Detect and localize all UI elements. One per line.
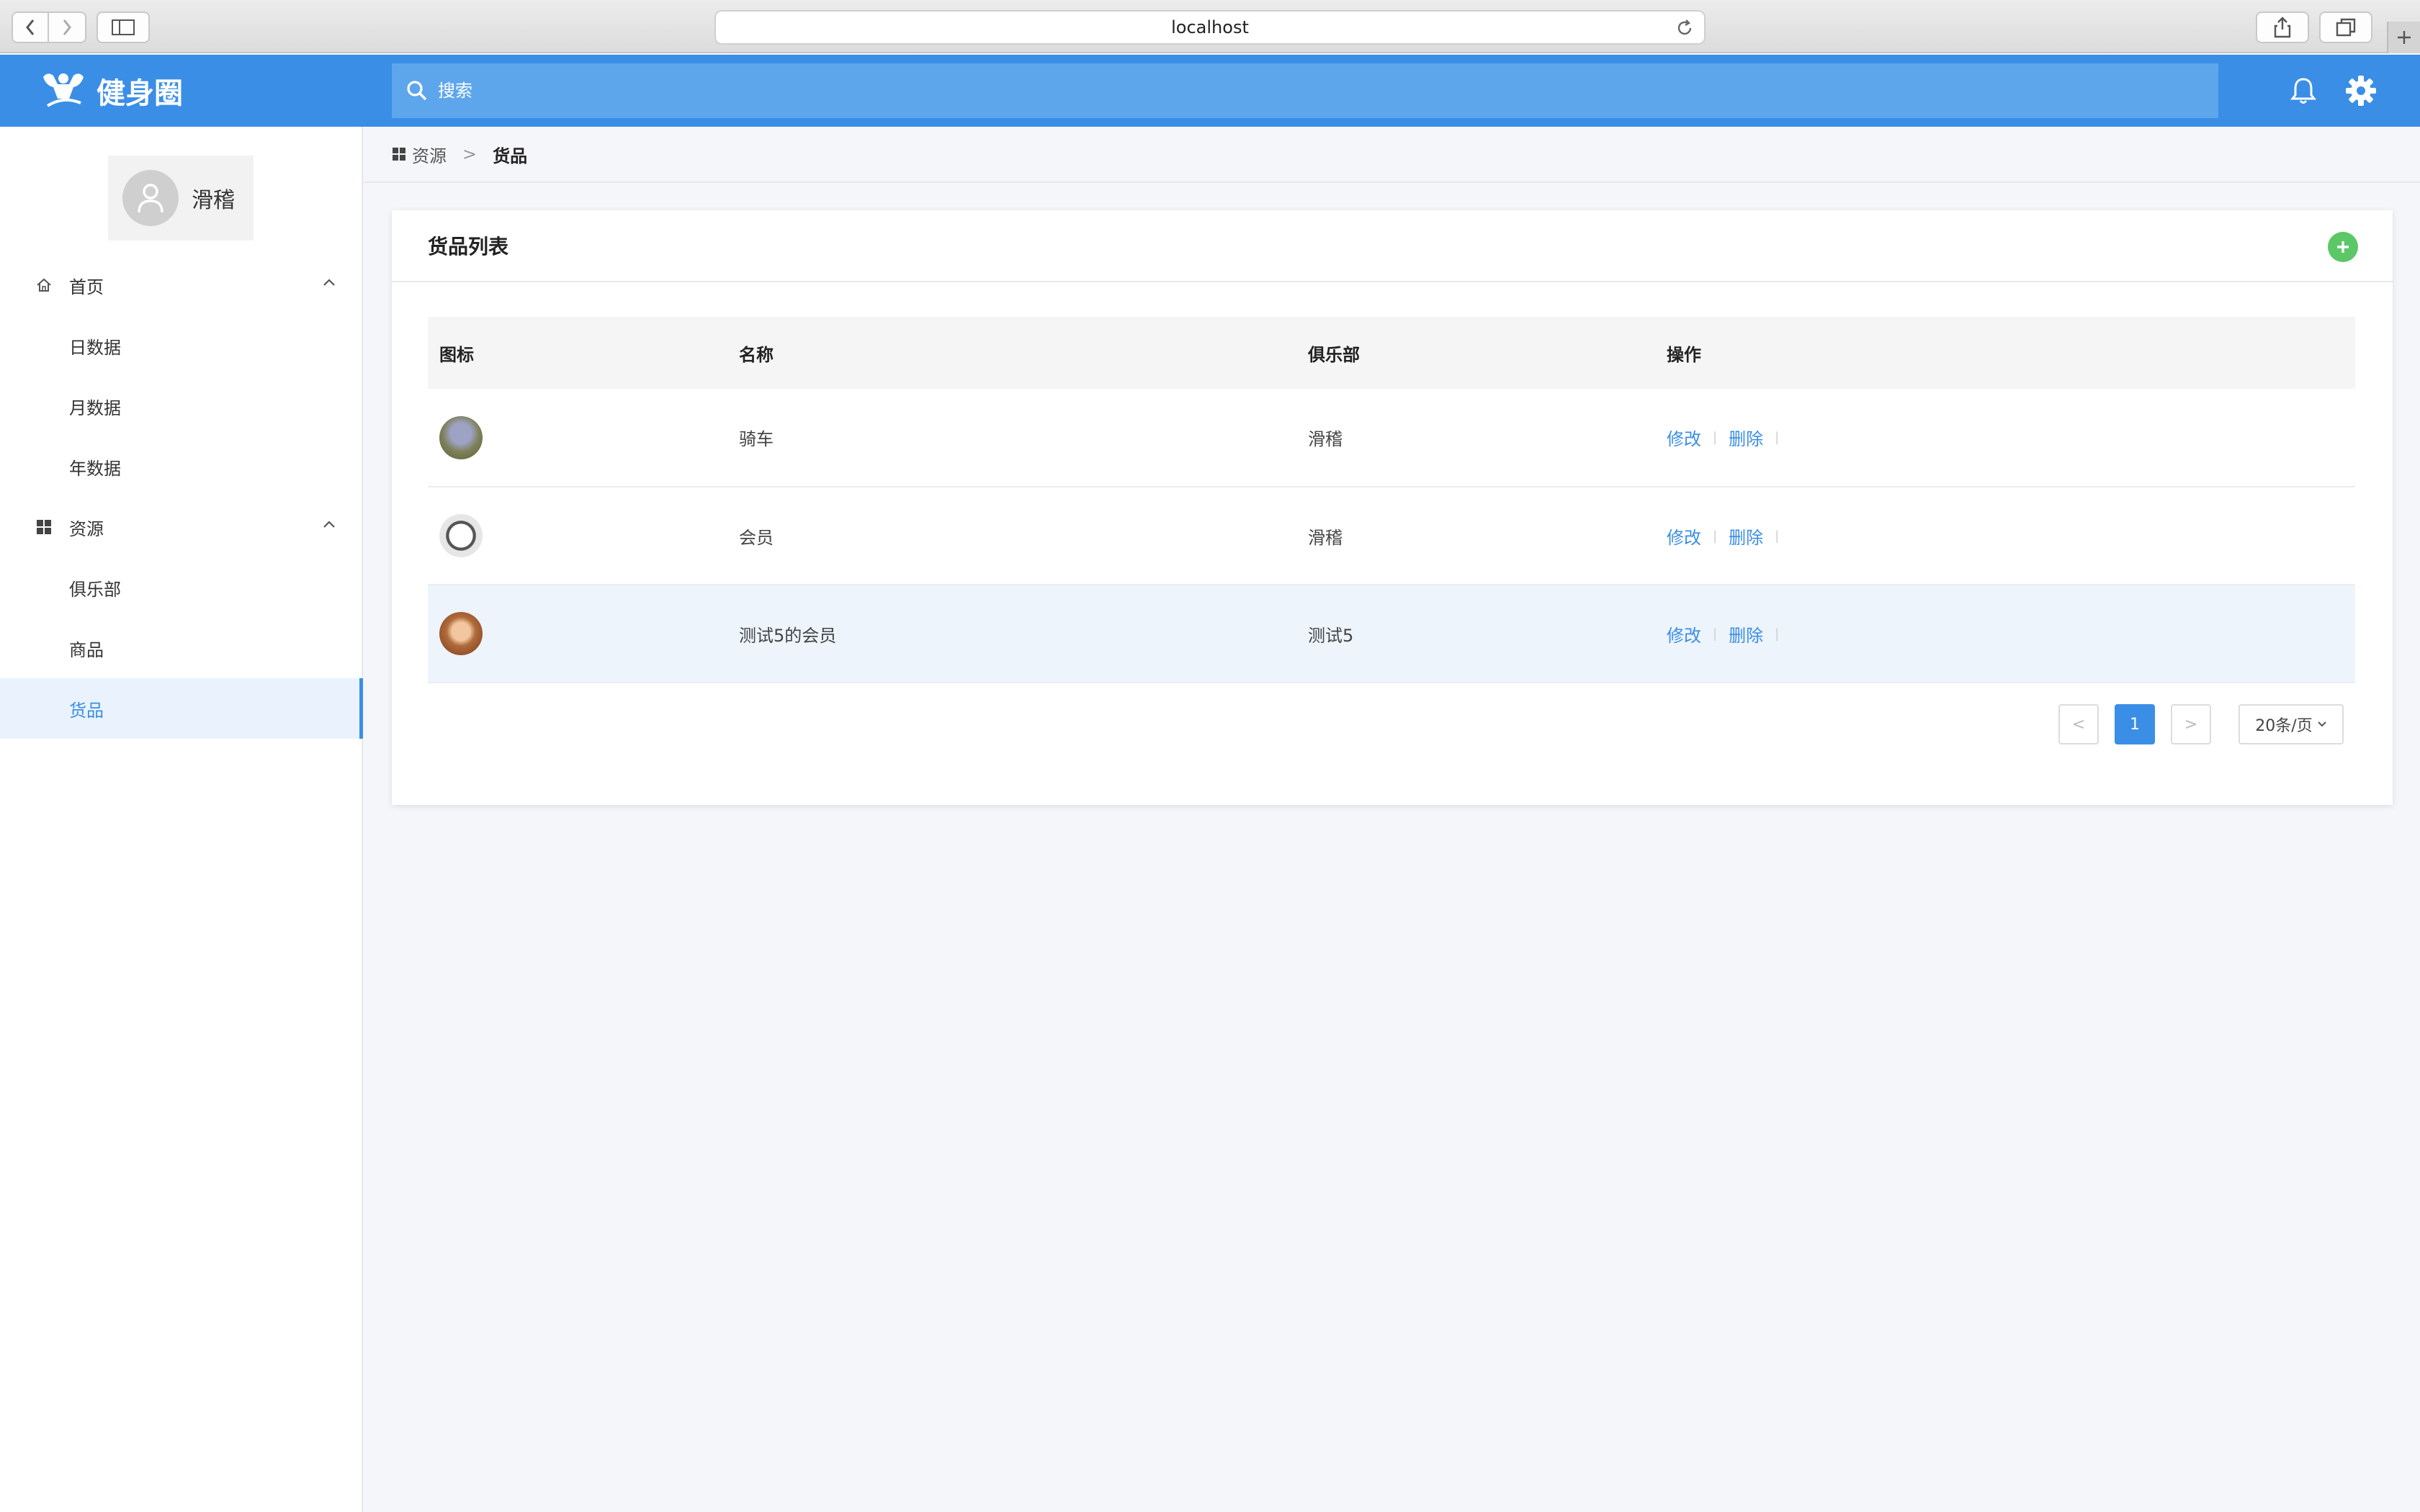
- url-text: localhost: [1171, 17, 1249, 37]
- user-card[interactable]: 滑稽: [108, 156, 254, 240]
- menu-group-home[interactable]: 首页: [0, 255, 363, 315]
- sidebar-item-daily-data[interactable]: 日数据: [0, 315, 363, 376]
- card-title: 货品列表: [428, 235, 509, 258]
- sidebar-item-goods[interactable]: 货品: [0, 678, 363, 739]
- goods-name: 骑车: [739, 429, 774, 449]
- user-name: 滑稽: [192, 188, 235, 213]
- page-number-button[interactable]: 1: [2115, 704, 2155, 744]
- gear-icon[interactable]: [2345, 75, 2377, 107]
- action-divider: |: [1713, 430, 1718, 445]
- table-row: 会员 滑稽 修改 | 删除 |: [428, 487, 2355, 585]
- breadcrumb-separator: >: [462, 144, 478, 164]
- browser-toolbar: localhost: [0, 0, 2420, 53]
- search-icon: [406, 80, 428, 102]
- edit-link[interactable]: 修改: [1667, 621, 1701, 647]
- action-divider: |: [1713, 528, 1718, 544]
- sidebar-icon: [112, 19, 135, 35]
- row-actions: 修改 | 删除 |: [1667, 523, 2355, 549]
- app-header: 健身圈: [0, 55, 2420, 127]
- tab-overview-button[interactable]: [2319, 12, 2372, 43]
- goods-table: 图标 名称 俱乐部 操作 骑车 滑稽 修改 | 删除 | 会员 滑稽 修改 | …: [428, 317, 2355, 683]
- sidebar-item-products[interactable]: 商品: [0, 618, 363, 678]
- sidebar: 滑稽 首页 日数据 月数据 年数据 资源 俱乐部 商品 货品: [0, 127, 363, 1512]
- plus-icon: [2337, 241, 2349, 253]
- row-actions: 修改 | 删除 |: [1667, 621, 2355, 647]
- action-divider: |: [1775, 626, 1780, 642]
- rabbit-avatar-image: [439, 415, 483, 459]
- delete-link[interactable]: 删除: [1729, 425, 1763, 450]
- search-bar[interactable]: [392, 63, 2218, 118]
- app-name: 健身圈: [97, 77, 183, 110]
- tabs-icon: [2336, 18, 2356, 37]
- table-row: 测试5的会员 测试5 修改 | 删除 |: [428, 585, 2355, 683]
- new-tab-button[interactable]: [2387, 22, 2420, 53]
- chevron-right-icon: [63, 19, 71, 35]
- goods-club: 测试5: [1308, 625, 1354, 646]
- muscle-logo-icon: [43, 73, 84, 107]
- plus-icon: [2398, 31, 2411, 44]
- column-header-club: 俱乐部: [1308, 344, 1360, 365]
- page-size-select[interactable]: 20条/页: [2238, 704, 2344, 744]
- edit-link[interactable]: 修改: [1667, 523, 1701, 549]
- menu-group-label: 首页: [69, 276, 104, 297]
- dog-avatar-image: [439, 514, 483, 557]
- grid-icon: [392, 147, 406, 161]
- add-goods-button[interactable]: [2328, 232, 2358, 262]
- share-icon: [2274, 17, 2291, 38]
- sidebar-menu: 首页 日数据 月数据 年数据 资源 俱乐部 商品 货品: [0, 255, 363, 739]
- browser-nav-buttons: [12, 12, 86, 43]
- menu-group-resources[interactable]: 资源: [0, 497, 363, 557]
- goods-name: 测试5的会员: [739, 625, 837, 646]
- search-input[interactable]: [438, 63, 2218, 118]
- column-header-actions: 操作: [1667, 344, 1701, 365]
- column-header-icon: 图标: [439, 344, 474, 365]
- table-header-row: 图标 名称 俱乐部 操作: [428, 317, 2355, 389]
- row-actions: 修改 | 删除 |: [1667, 425, 2355, 450]
- sidebar-toggle-button[interactable]: [97, 12, 150, 43]
- card-header: 货品列表: [392, 210, 2393, 282]
- grid-icon: [36, 519, 52, 535]
- avatar: [122, 170, 179, 226]
- back-button[interactable]: [12, 12, 49, 43]
- breadcrumb-parent[interactable]: 资源: [412, 142, 447, 167]
- sidebar-item-clubs[interactable]: 俱乐部: [0, 557, 363, 618]
- action-divider: |: [1775, 430, 1780, 445]
- table-row: 骑车 滑稽 修改 | 删除 |: [428, 389, 2355, 487]
- edit-link[interactable]: 修改: [1667, 425, 1701, 450]
- goods-list-card: 货品列表 图标 名称 俱乐部 操作 骑车 滑稽 修改 | 删除 | 会员 滑稽 …: [392, 210, 2393, 805]
- action-divider: |: [1775, 528, 1780, 544]
- brand-logo[interactable]: 健身圈: [40, 55, 183, 127]
- goods-name: 会员: [739, 527, 774, 548]
- chevron-left-icon: [26, 19, 35, 35]
- share-button[interactable]: [2256, 12, 2309, 43]
- sidebar-item-yearly-data[interactable]: 年数据: [0, 436, 363, 497]
- bell-icon[interactable]: [2290, 76, 2316, 105]
- goods-club: 滑稽: [1308, 527, 1343, 548]
- page-size-label: 20条/页: [2255, 717, 2313, 735]
- breadcrumb: 资源 > 货品: [363, 127, 2420, 183]
- delete-link[interactable]: 删除: [1729, 523, 1763, 549]
- home-icon: [36, 277, 52, 293]
- goods-club: 滑稽: [1308, 429, 1343, 449]
- chevron-down-icon: [2317, 721, 2326, 727]
- address-bar[interactable]: localhost: [714, 10, 1706, 45]
- forward-button[interactable]: [49, 12, 86, 43]
- breadcrumb-current: 货品: [493, 145, 528, 166]
- menu-group-label: 资源: [69, 518, 104, 539]
- chevron-up-icon: [323, 521, 335, 528]
- sidebar-item-monthly-data[interactable]: 月数据: [0, 376, 363, 436]
- prev-page-button[interactable]: <: [2058, 704, 2099, 744]
- user-icon: [138, 184, 163, 213]
- reload-icon[interactable]: [1675, 19, 1694, 37]
- squirrel-avatar-image: [439, 612, 483, 655]
- chevron-up-icon: [323, 279, 335, 286]
- delete-link[interactable]: 删除: [1729, 621, 1763, 647]
- next-page-button[interactable]: >: [2171, 704, 2211, 744]
- column-header-name: 名称: [739, 344, 774, 365]
- action-divider: |: [1713, 626, 1718, 642]
